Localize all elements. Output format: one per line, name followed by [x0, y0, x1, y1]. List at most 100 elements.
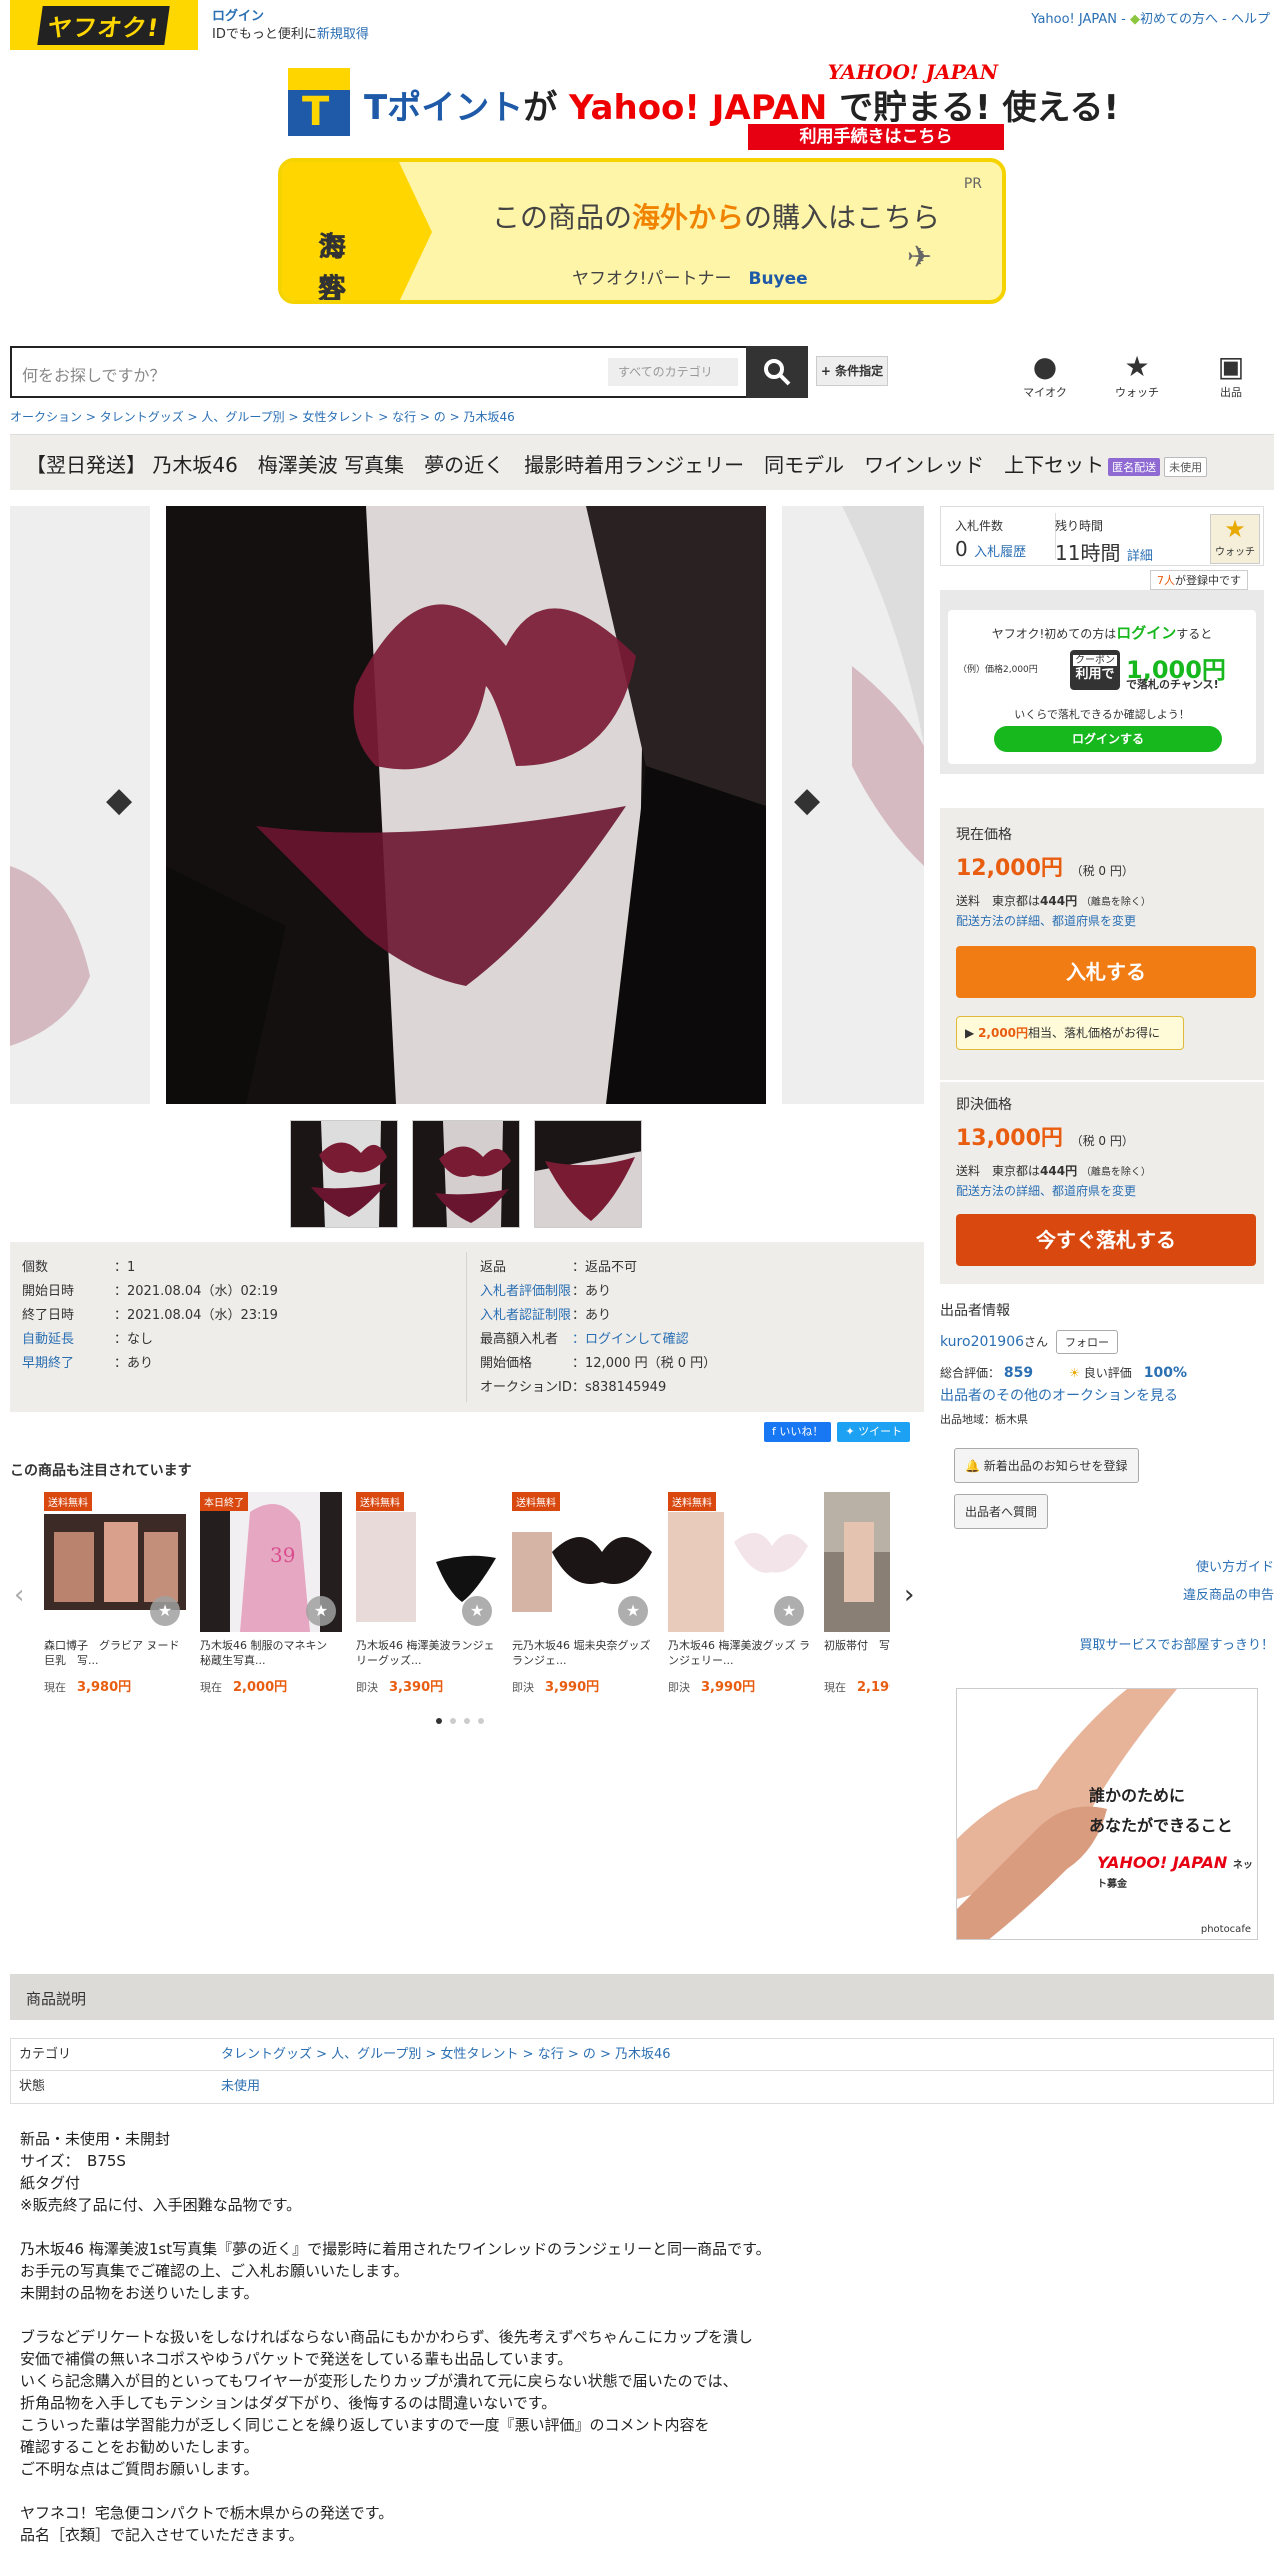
new-listing-notify-button[interactable]: 🔔 新着出品のお知らせを登録 [954, 1448, 1139, 1483]
info-row: 開始価格12,000 円（税 0 円） [480, 1352, 716, 1371]
watch-star-icon[interactable]: ★ [462, 1596, 492, 1626]
first-time-link[interactable]: 初めての方へ [1140, 12, 1218, 27]
recommend-item-price: 現在 2,000円 [200, 1680, 288, 1695]
current-price-box: 現在価格 12,000円 （税 0 円） 送料 東京都は444円 （離島を除く）… [940, 808, 1264, 1080]
watch-button[interactable]: ★ ウォッチ [1210, 514, 1260, 564]
overseas-banner-message: この商品の海外からの購入はこちら [492, 201, 941, 234]
breadcrumb-link[interactable]: の [434, 410, 446, 424]
charity-ad[interactable]: 誰かのために あなたができること YAHOO! JAPAN ネット募金 photo… [956, 1688, 1258, 1940]
auto-extend-link[interactable]: 自動延長 [22, 1328, 114, 1347]
thumbnail-3[interactable] [534, 1120, 642, 1228]
recommend-item[interactable]: 送料無料 ★ 森口博子 グラビア ヌード 巨乳 写... 現在 3,980円 [44, 1492, 186, 1695]
rating-link[interactable]: 859 [1004, 1365, 1033, 1381]
watch-star-icon[interactable]: ★ [618, 1596, 648, 1626]
overseas-banner[interactable]: 海外のお客様へ PR この商品の海外からの購入はこちら ✈ ヤフオク!パートナー… [278, 158, 1006, 304]
condition-badge: 未使用 [1164, 456, 1208, 477]
myauction-button[interactable]: ● マイオク [1012, 350, 1078, 400]
early-end-link[interactable]: 早期終了 [22, 1352, 114, 1371]
breadcrumb-link[interactable]: な行 [392, 410, 416, 424]
shipping-detail-link[interactable]: 配送方法の詳細、都道府県を変更 [956, 1184, 1136, 1198]
report-link[interactable]: 違反商品の申告 [1183, 1584, 1274, 1603]
main-product-image[interactable] [166, 506, 766, 1104]
info-row: 開始日時2021.08.04（水）02:19 [22, 1280, 278, 1299]
follow-button[interactable]: フォロー [1056, 1330, 1119, 1354]
login-link[interactable]: ログイン [212, 8, 369, 26]
help-link[interactable]: ヘルプ [1231, 12, 1270, 27]
info-row: オークションIDs838145949 [480, 1376, 666, 1395]
seller-other-auctions-link[interactable]: 出品者のその他のオークションを見る [940, 1385, 1264, 1405]
social-buttons: f いいね！ ✦ ツイート [758, 1422, 911, 1442]
shipping-detail-link[interactable]: 配送方法の詳細、都道府県を変更 [956, 914, 1136, 928]
beginner-icon: ◆ [1130, 12, 1140, 27]
signup-link[interactable]: 新規取得 [317, 27, 369, 42]
category-link[interactable]: タレントグッズ > 人、グループ別 > 女性タレント > な行 > の > 乃木… [221, 2039, 671, 2071]
guide-link[interactable]: 使い方ガイド [1196, 1556, 1274, 1575]
recommend-item[interactable]: 送料無料 ★ 乃木坂46 梅澤美波ランジェリーグッズ... 即決 3,390円 [356, 1492, 498, 1695]
tpoint-banner-title: Tポイントが Yahoo! JAPAN で貯まる! 使える! [364, 88, 1119, 128]
bids-label: 入札件数 [955, 519, 1004, 533]
watch-star-icon[interactable]: ★ [774, 1596, 804, 1626]
recommend-item[interactable]: 送料無料 ★ 元乃木坂46 堀未央奈グッズ ランジェ... 即決 3,990円 [512, 1492, 654, 1695]
category-select[interactable]: すべてのカテゴリ [608, 358, 738, 386]
next-image-button[interactable]: ◆ [794, 780, 820, 820]
bidder-auth-limit-link[interactable]: 入札者認証制限 [480, 1304, 572, 1323]
ad-message: 誰かのために あなたができること [1089, 1786, 1233, 1835]
pagination-dot[interactable] [478, 1718, 484, 1724]
breadcrumb-link[interactable]: 人、グループ別 [201, 410, 284, 424]
coupon-savings-button[interactable]: ▶ 2,000円相当、落札価格がお得に [956, 1016, 1184, 1050]
tpoint-banner[interactable]: T YAHOO! JAPAN Tポイントが Yahoo! JAPAN で貯まる!… [284, 60, 1119, 152]
coupon-login-button[interactable]: ログインする [994, 726, 1222, 752]
breadcrumb-link[interactable]: 乃木坂46 [463, 410, 514, 424]
breadcrumb-link[interactable]: タレントグッズ [100, 410, 184, 424]
star-icon: ★ [1124, 350, 1150, 383]
pagination-dot[interactable] [450, 1718, 456, 1724]
search-input[interactable]: 何をお探しですか？ すべてのカテゴリ [10, 346, 808, 398]
login-to-check-link[interactable]: ログインして確認 [572, 1332, 689, 1347]
pagination-dot[interactable] [436, 1718, 442, 1724]
carousel-prev-button[interactable]: ‹ [14, 1580, 24, 1610]
watchlist-button[interactable]: ★ ウォッチ [1104, 350, 1170, 400]
condition-link[interactable]: 未使用 [221, 2071, 260, 2103]
buyout-price-value: 13,000円 （税 0 円） [956, 1126, 1134, 1151]
info-row: 入札者認証制限あり [480, 1304, 611, 1323]
search-button[interactable] [746, 346, 808, 398]
watch-star-icon[interactable]: ★ [306, 1596, 336, 1626]
info-row: 最高額入札者ログインして確認 [480, 1328, 689, 1347]
top-links: Yahoo! JAPAN - ◆初めての方へ - ヘルプ [1031, 12, 1270, 27]
facebook-like-button[interactable]: f いいね！ [764, 1422, 832, 1442]
tweet-button[interactable]: ✦ ツイート [837, 1422, 911, 1442]
carousel-next-button[interactable]: › [904, 1580, 914, 1610]
bid-button[interactable]: 入札する [956, 946, 1256, 998]
yahuoku-logo[interactable]: ヤフオク! [10, 0, 198, 50]
coupon-tag-icon: クーポン 利用で [1070, 650, 1120, 690]
recommend-item[interactable]: 39 本日終了 ★ 乃木坂46 制服のマネキン 秘蔵生写真... 現在 2,000円 [200, 1492, 342, 1695]
buy-now-button[interactable]: 今すぐ落札する [956, 1214, 1256, 1266]
prev-image-button[interactable]: ◆ [106, 780, 132, 820]
thumbnail-2[interactable] [412, 1120, 520, 1228]
buyback-service-link[interactable]: 買取サービスでお部屋すっきり！ [1080, 1634, 1274, 1653]
tpoint-procedure-button[interactable]: 利用手続きはこちら [748, 124, 1004, 150]
thumbnail-1[interactable] [290, 1120, 398, 1228]
remaining-time: 11時間 詳細 [1055, 541, 1153, 565]
sell-button[interactable]: ▣ 出品 [1198, 350, 1264, 400]
recommend-item[interactable]: 送料無料 ★ 乃木坂46 梅澤美波グッズ ランジェリー... 即決 3,990円 [668, 1492, 810, 1695]
page-title: 【翌日発送】 乃木坂46 梅澤美波 写真集 夢の近く 撮影時着用ランジェリー 同… [26, 453, 1105, 477]
watch-star-icon[interactable]: ★ [150, 1596, 180, 1626]
conditions-button[interactable]: + 条件指定 [816, 356, 888, 386]
twitter-icon: ✦ [845, 1425, 855, 1438]
logo-text: ヤフオク! [37, 5, 171, 45]
seller-name-link[interactable]: kuro201906 [940, 1334, 1024, 1350]
overseas-banner-left: 海外のお客様へ [282, 162, 432, 300]
detail-link[interactable]: 詳細 [1127, 549, 1153, 564]
ad-credit: photocafe [1200, 1924, 1251, 1935]
info-row: 自動延長なし [22, 1328, 153, 1347]
recommend-item[interactable]: 初版帯付 写真集 日向... 現在 2,190円 [824, 1492, 890, 1695]
breadcrumb-link[interactable]: オークション [10, 410, 82, 424]
bid-history-link[interactable]: 入札履歴 [974, 545, 1026, 560]
bidder-rating-limit-link[interactable]: 入札者評価制限 [480, 1280, 572, 1299]
ask-seller-button[interactable]: 出品者へ質問 [954, 1494, 1049, 1529]
yahoo-japan-link[interactable]: Yahoo! JAPAN [1031, 12, 1117, 27]
pagination-dot[interactable] [464, 1718, 470, 1724]
condition-row: 状態 未使用 [11, 2071, 1273, 2103]
breadcrumb-link[interactable]: 女性タレント [302, 410, 374, 424]
